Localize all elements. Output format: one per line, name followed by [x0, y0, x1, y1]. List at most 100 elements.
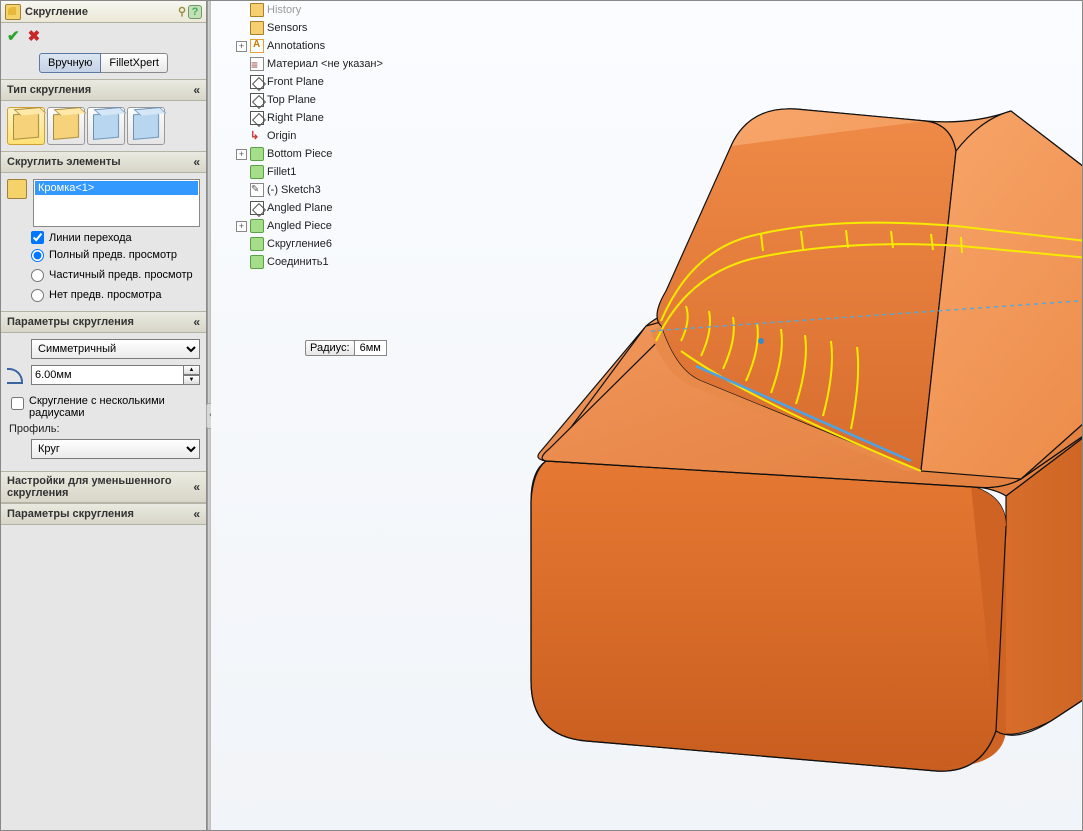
expand-icon[interactable]: + [236, 221, 247, 232]
fillet-type-constant[interactable] [7, 107, 45, 145]
spin-up[interactable]: ▲ [184, 365, 200, 375]
tree-label: Материал <не указан> [267, 58, 383, 70]
tab-manual[interactable]: Вручную [39, 53, 101, 73]
plane-icon [250, 93, 264, 107]
tree-item[interactable]: Top Plane [219, 91, 419, 109]
fillet-type-face[interactable] [87, 107, 125, 145]
tree-item[interactable]: + Bottom Piece [219, 145, 419, 163]
collapse-icon: « [193, 155, 200, 169]
tree-label: History [267, 4, 301, 16]
section-items-header[interactable]: Скруглить элементы« [1, 151, 206, 173]
tree-item[interactable]: Right Plane [219, 109, 419, 127]
property-manager-panel: Скругление ⚲ ? ✔ ✖ Вручную FilletXpert Т… [1, 1, 207, 830]
tree-item[interactable]: (-) Sketch3 [219, 181, 419, 199]
section-fillet-type-body [1, 101, 206, 151]
radius-icon [7, 366, 25, 384]
tree-label: Соединить1 [267, 256, 329, 268]
tree-item[interactable]: Fillet1 [219, 163, 419, 181]
feat-icon [250, 219, 264, 233]
callout-value[interactable]: 6мм [354, 340, 387, 356]
feat-icon [250, 165, 264, 179]
expand-icon[interactable]: + [236, 149, 247, 160]
tree-item[interactable]: Материал <не указан> [219, 55, 419, 73]
collapse-icon: « [193, 315, 200, 329]
tree-item[interactable]: Соединить1 [219, 253, 419, 271]
radius-input[interactable] [31, 365, 184, 385]
tree-label: Sensors [267, 22, 307, 34]
folder-icon [250, 3, 264, 17]
callout-label: Радиус: [305, 340, 355, 356]
chk-multi-label: Скругление с несколькими радиусами [29, 395, 200, 419]
collapse-icon: « [193, 83, 200, 97]
radio-full-label: Полный предв. просмотр [49, 249, 177, 263]
cancel-button[interactable]: ✖ [28, 27, 41, 45]
viewport[interactable]: History Sensors + Annotations Материал <не у… [211, 1, 1082, 830]
section-items-body: Кромка<1> Линии перехода Полный предв. п… [1, 173, 206, 311]
spin-down[interactable]: ▼ [184, 375, 200, 385]
radio-no-label: Нет предв. просмотра [49, 289, 162, 303]
sketch-icon [250, 183, 264, 197]
radio-no-preview[interactable] [31, 289, 44, 302]
chk-multi-radius[interactable] [11, 397, 24, 410]
plane-icon [250, 111, 264, 125]
selection-item[interactable]: Кромка<1> [35, 181, 198, 195]
folder-icon [250, 21, 264, 35]
tab-filletxpert[interactable]: FilletXpert [101, 53, 168, 73]
tree-item[interactable]: Origin [219, 127, 419, 145]
tree-item[interactable]: History [219, 1, 419, 19]
tree-label: (-) Sketch3 [267, 184, 321, 196]
tree-item[interactable]: Скругление6 [219, 235, 419, 253]
expand-icon[interactable]: + [236, 41, 247, 52]
origin-icon [250, 129, 264, 143]
collapse-icon: « [193, 480, 200, 494]
ok-button[interactable]: ✔ [7, 27, 20, 45]
chk-tangent-propagation[interactable] [31, 231, 44, 244]
feat-icon [250, 147, 264, 161]
chk-tangent-label: Линии перехода [49, 232, 132, 244]
tree-label: Angled Piece [267, 220, 332, 232]
section-params2-header[interactable]: Параметры скругления« [1, 503, 206, 525]
radio-full-preview[interactable] [31, 249, 44, 262]
pin-icon[interactable]: ⚲ [178, 5, 186, 18]
plane-icon [250, 75, 264, 89]
feature-tree[interactable]: History Sensors + Annotations Материал <не у… [219, 1, 419, 271]
feat-icon [250, 237, 264, 251]
radio-partial-label: Частичный предв. просмотр [49, 269, 193, 283]
symmetric-select[interactable]: Симметричный [31, 339, 200, 359]
profile-label: Профиль: [7, 421, 200, 439]
section-fillet-type-header[interactable]: Тип скругления« [1, 79, 206, 101]
help-icon[interactable]: ? [188, 5, 202, 19]
fillet-type-full[interactable] [127, 107, 165, 145]
tree-item[interactable]: Angled Plane [219, 199, 419, 217]
tree-item[interactable]: Front Plane [219, 73, 419, 91]
model-render [451, 41, 1082, 801]
radio-partial-preview[interactable] [31, 269, 44, 282]
tree-label: Bottom Piece [267, 148, 332, 160]
panel-title-bar: Скругление ⚲ ? [1, 1, 206, 23]
confirm-row: ✔ ✖ [1, 23, 206, 51]
mode-tabs: Вручную FilletXpert [1, 51, 206, 79]
tree-label: Angled Plane [267, 202, 332, 214]
section-params-header[interactable]: Параметры скругления« [1, 311, 206, 333]
tree-item[interactable]: + Angled Piece [219, 217, 419, 235]
collapse-icon: « [193, 507, 200, 521]
edge-selection-icon [7, 179, 27, 199]
panel-title: Скругление [25, 6, 178, 18]
ann-icon [250, 39, 264, 53]
tree-label: Annotations [267, 40, 325, 52]
tree-label: Origin [267, 130, 296, 142]
tree-label: Top Plane [267, 94, 316, 106]
selection-list[interactable]: Кромка<1> [33, 179, 200, 227]
section-setback-header[interactable]: Настройки для уменьшенного скругления« [1, 471, 206, 503]
fillet-type-variable[interactable] [47, 107, 85, 145]
fillet-icon [5, 4, 21, 20]
feat-icon [250, 255, 264, 269]
radius-callout[interactable]: Радиус: 6мм [305, 340, 387, 356]
profile-select[interactable]: Круг [31, 439, 200, 459]
tree-label: Right Plane [267, 112, 324, 124]
mat-icon [250, 57, 264, 71]
graphics-area: History Sensors + Annotations Материал <не у… [211, 1, 1082, 830]
tree-label: Скругление6 [267, 238, 332, 250]
tree-item[interactable]: + Annotations [219, 37, 419, 55]
tree-item[interactable]: Sensors [219, 19, 419, 37]
